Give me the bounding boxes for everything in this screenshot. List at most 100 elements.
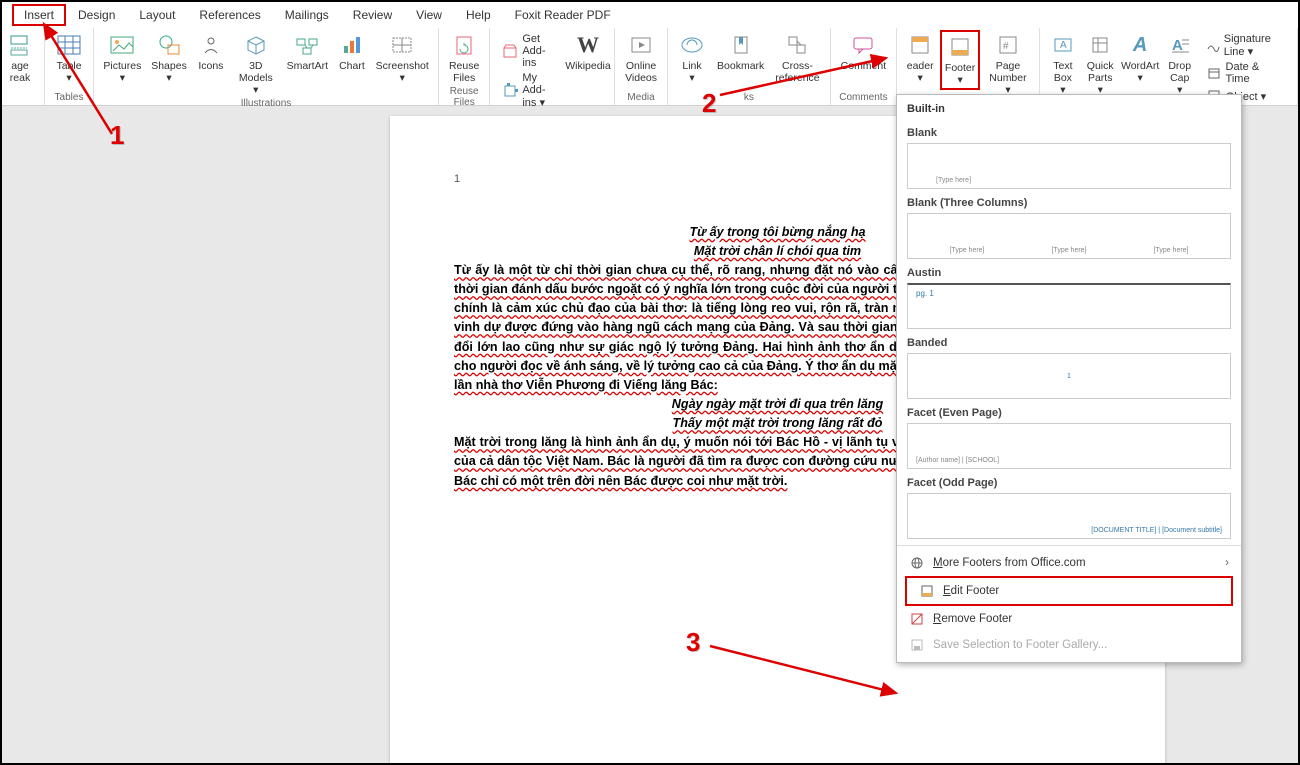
my-addins-button[interactable]: My Add-ins ▾ [498,71,563,110]
tab-foxit[interactable]: Foxit Reader PDF [503,5,623,25]
tab-layout[interactable]: Layout [127,5,187,25]
reuse-files-label: Reuse Files [449,60,479,84]
gallery-label-blank3: Blank (Three Columns) [907,189,1231,213]
shapes-button[interactable]: Shapes▾ [148,30,191,86]
shapes-label: Shapes▾ [151,60,187,84]
more-footers-cmd[interactable]: More Footers from Office.com › [897,550,1241,576]
svg-text:#: # [1003,41,1009,52]
doc-title-3: Ngày ngày mặt trời đi qua trên lăng [672,397,883,411]
page-break-button[interactable]: age reak [2,30,38,86]
header-label: eader▾ [907,60,934,84]
edit-footer-cmd[interactable]: Edit Footer [907,578,1231,604]
gallery-item-austin[interactable]: pg. 1 [907,283,1231,329]
shapes-icon [155,32,183,58]
wikipedia-icon: W [574,32,602,58]
gallery-item-facet-even[interactable]: [Author name] | [SCHOOL] [907,423,1231,469]
group-label-media: Media [621,92,661,105]
tab-help[interactable]: Help [454,5,503,25]
3d-models-button[interactable]: 3D Models ▾ [231,30,280,98]
gallery-label-blank: Blank [907,119,1231,143]
annotation-2: 2 [702,88,716,119]
smartart-icon [293,32,321,58]
chart-button[interactable]: Chart [334,30,369,74]
group-label-pages [2,92,38,105]
screenshot-label: Screenshot▾ [376,60,429,84]
chevron-right-icon: › [1225,557,1229,569]
tab-mailings[interactable]: Mailings [273,5,341,25]
addins-icon [502,83,518,99]
link-icon [678,32,706,58]
screenshot-icon [388,32,416,58]
textbox-button[interactable]: A Text Box ▾ [1046,30,1080,98]
gallery-item-banded[interactable]: 1 [907,353,1231,399]
page-break-label: age reak [10,60,30,84]
signature-button[interactable]: Signature Line ▾ [1202,32,1290,59]
wikipedia-button[interactable]: W Wikipedia [568,30,608,74]
wordart-label: WordArt▾ [1121,60,1159,84]
link-label: Link▾ [682,60,701,84]
gallery-label-austin: Austin [907,259,1231,283]
screenshot-button[interactable]: Screenshot▾ [372,30,431,86]
dropcap-button[interactable]: A Drop Cap ▾ [1163,30,1197,98]
online-videos-label: Online Videos [625,60,657,84]
dropcap-label: Drop Cap ▾ [1167,60,1193,96]
wikipedia-label: Wikipedia [565,60,611,72]
globe-icon [909,555,925,571]
doc-title-2: Mặt trời chân lí chói qua tim [694,244,861,258]
gallery-label-banded: Banded [907,329,1231,353]
textbox-label: Text Box ▾ [1050,60,1076,96]
icons-label: Icons [198,60,223,72]
chart-label: Chart [339,60,365,72]
annotation-arrow-2 [718,50,898,100]
reuse-files-icon [450,32,478,58]
gallery-item-blank[interactable]: [Type here] [907,143,1231,189]
wordart-icon: A [1126,32,1154,58]
signature-label: Signature Line ▾ [1224,33,1286,58]
footer-icon [946,34,974,60]
dropcap-icon: A [1166,32,1194,58]
doc-title-1: Từ ấy trong tôi bừng nắng hạ [689,225,865,239]
quickparts-button[interactable]: Quick Parts ▾ [1083,30,1118,98]
ribbon-tabs: Insert Design Layout References Mailings… [2,2,1298,28]
online-videos-button[interactable]: Online Videos [621,30,661,86]
smartart-button[interactable]: SmartArt [283,30,331,74]
icons-button[interactable]: Icons [193,30,228,74]
quickparts-icon [1086,32,1114,58]
svg-text:A: A [1172,37,1183,54]
link-button[interactable]: Link▾ [674,30,710,86]
footer-button[interactable]: Footer▾ [940,30,980,90]
annotation-arrow-3 [708,641,908,701]
remove-footer-icon [909,611,925,627]
page-number-icon: # [994,32,1022,58]
tab-review[interactable]: Review [341,5,404,25]
gallery-heading-builtin: Built-in [907,101,1231,119]
more-footers-label: More Footers from Office.com [933,557,1086,569]
chart-icon [338,32,366,58]
my-addins-label: My Add-ins ▾ [522,72,559,109]
remove-footer-cmd[interactable]: Remove Footer [897,606,1241,632]
footer-label: Footer▾ [945,62,975,86]
gallery-item-facet-odd[interactable]: [DOCUMENT TITLE] | [Document subtitle] [907,493,1231,539]
page-number-button[interactable]: # Page Number ▾ [983,30,1033,98]
datetime-button[interactable]: Date & Time [1202,60,1290,86]
cube-icon [242,32,270,58]
doc-title-4: Thấy một mặt trời trong lăng rất đỏ [673,416,883,430]
gallery-item-blank3[interactable]: [Type here] [Type here] [Type here] [907,213,1231,259]
save-footer-cmd: Save Selection to Footer Gallery... [897,632,1241,658]
annotation-3: 3 [686,627,700,658]
header-button[interactable]: eader▾ [903,30,937,86]
edit-footer-label: Edit Footer [943,585,999,597]
footer-gallery-dropdown: Built-in Blank [Type here] Blank (Three … [896,94,1242,663]
wordart-button[interactable]: A WordArt▾ [1121,30,1160,86]
store-icon [502,43,518,59]
save-gallery-icon [909,637,925,653]
get-addins-label: Get Add-ins [522,33,559,69]
smartart-label: SmartArt [287,60,328,72]
reuse-files-button[interactable]: Reuse Files [445,30,483,86]
tab-references[interactable]: References [187,5,272,25]
tab-view[interactable]: View [404,5,454,25]
annotation-arrow-1 [34,14,124,144]
page-number-label: Page Number ▾ [987,60,1029,96]
video-icon [627,32,655,58]
get-addins-button[interactable]: Get Add-ins [498,32,563,70]
